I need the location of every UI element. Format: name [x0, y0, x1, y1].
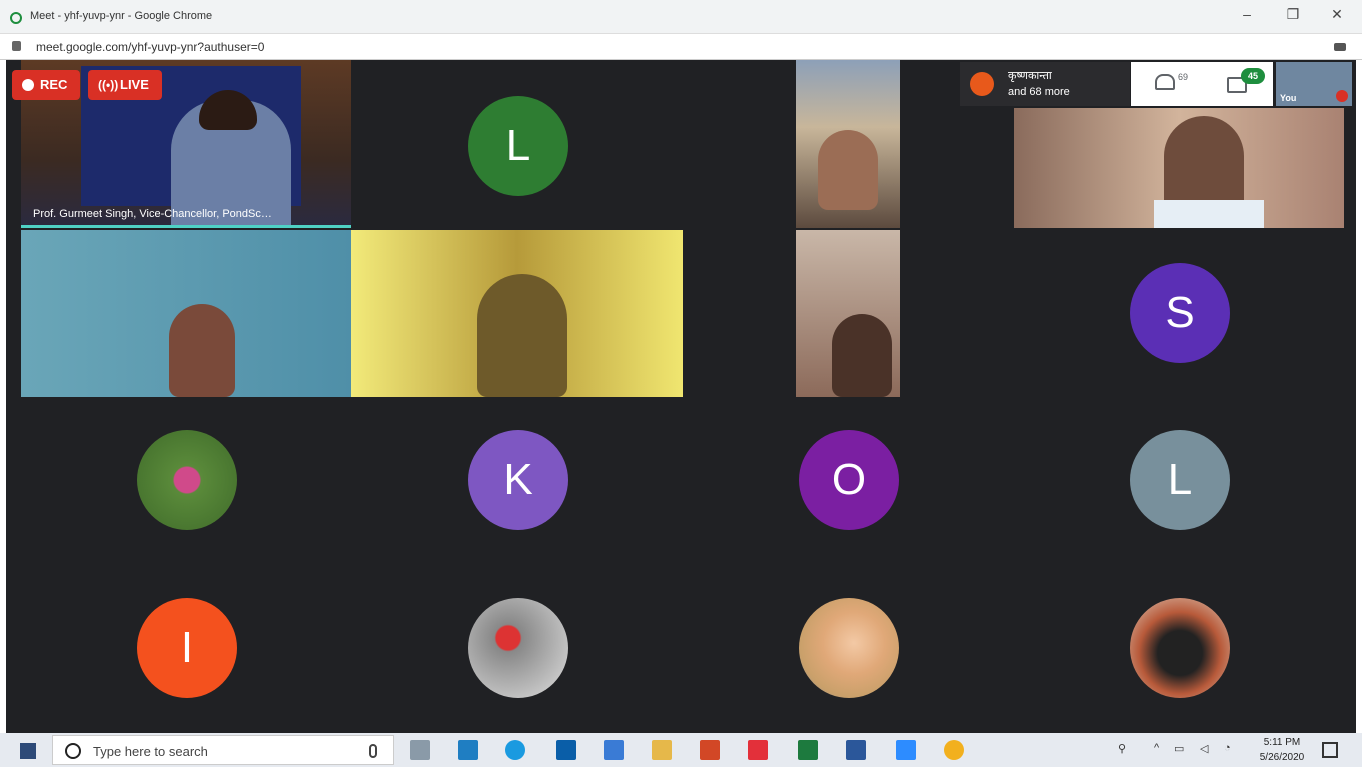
video-tile-participant-2[interactable] — [1014, 108, 1344, 228]
face-shape — [477, 274, 567, 397]
edge-icon[interactable] — [505, 740, 525, 760]
close-button[interactable]: ✕ — [1322, 6, 1352, 23]
powerpoint-icon[interactable] — [700, 740, 720, 760]
search-icon — [65, 743, 81, 759]
lock-icon — [12, 41, 21, 51]
participant-photo-avatar-4[interactable] — [1130, 598, 1230, 698]
participants-more: and 68 more — [1008, 86, 1070, 98]
face-shape — [832, 314, 892, 397]
microphone-icon[interactable] — [369, 744, 377, 758]
participant-avatar-k[interactable]: K — [468, 430, 568, 530]
participant-avatar-i[interactable]: I — [137, 598, 237, 698]
file-explorer-icon[interactable] — [652, 740, 672, 760]
address-bar[interactable]: meet.google.com/yhf-yuvp-ynr?authuser=0 — [0, 34, 1362, 60]
self-view-tile[interactable]: You — [1276, 62, 1352, 106]
browser-titlebar: Meet - yhf-yuvp-ynr - Google Chrome – ❐ … — [0, 0, 1362, 34]
shirt-shape — [1154, 200, 1264, 228]
active-speaker-indicator — [21, 225, 351, 228]
search-placeholder[interactable]: Type here to search — [93, 744, 208, 759]
participant-photo-avatar-3[interactable] — [799, 598, 899, 698]
rec-label: REC — [40, 77, 68, 92]
speaker-name-label: Prof. Gurmeet Singh, Vice-Chancellor, Po… — [33, 208, 272, 220]
record-dot-icon — [22, 79, 34, 91]
windows-start-icon[interactable] — [20, 743, 36, 759]
meet-grid: Prof. Gurmeet Singh, Vice-Chancellor, Po… — [6, 60, 1356, 733]
meet-logo-icon — [10, 12, 22, 24]
clock-date[interactable]: 5/26/2020 — [1252, 752, 1312, 763]
app-l-icon[interactable] — [458, 740, 478, 760]
participant-avatar-s[interactable]: S — [1130, 263, 1230, 363]
broadcast-icon: ((•)) — [98, 78, 119, 92]
video-tile-participant-4[interactable] — [351, 230, 683, 397]
participant-avatar-o[interactable]: O — [799, 430, 899, 530]
participant-photo-avatar-2[interactable] — [468, 598, 568, 698]
presenter-avatar — [970, 72, 994, 96]
camera-icon[interactable] — [1334, 43, 1346, 51]
windows-taskbar: Type here to search ⚲ ^ ▭ ◁ ◔ 5:11 PM 5/… — [0, 733, 1362, 767]
url-text[interactable]: meet.google.com/yhf-yuvp-ynr?authuser=0 — [36, 40, 264, 54]
show-hidden-icons-icon[interactable]: ^ — [1154, 742, 1159, 754]
self-label: You — [1280, 93, 1297, 103]
clock-time[interactable]: 5:11 PM — [1252, 737, 1312, 748]
chat-badge: 45 — [1241, 68, 1265, 84]
video-tile-participant-1[interactable] — [796, 60, 900, 228]
mic-off-icon — [1336, 90, 1348, 102]
face-shape — [818, 130, 878, 210]
restore-button[interactable]: ❐ — [1278, 6, 1308, 23]
presenter-pill[interactable]: कृष्णकान्ता and 68 more — [960, 62, 1130, 106]
zoom-icon[interactable] — [896, 740, 916, 760]
word-icon[interactable] — [846, 740, 866, 760]
taskbar-search-box[interactable]: Type here to search — [52, 735, 394, 765]
participant-photo-avatar-1[interactable] — [137, 430, 237, 530]
volume-icon[interactable]: ◁ — [1200, 742, 1208, 755]
mail-icon[interactable] — [556, 740, 576, 760]
store-icon[interactable] — [604, 740, 624, 760]
battery-icon[interactable]: ▭ — [1174, 742, 1184, 755]
wifi-icon[interactable]: ◔ — [1224, 742, 1231, 754]
presenter-name: कृष्णकान्ता — [1008, 70, 1052, 82]
window-title: Meet - yhf-yuvp-ynr - Google Chrome — [30, 10, 213, 22]
people-count: 69 — [1178, 72, 1189, 82]
app-red-icon[interactable] — [748, 740, 768, 760]
video-tile-participant-3[interactable] — [21, 230, 351, 397]
participant-avatar-l[interactable]: L — [468, 96, 568, 196]
minimize-button[interactable]: – — [1232, 6, 1262, 22]
excel-icon[interactable] — [798, 740, 818, 760]
meeting-header-controls: 69 45 — [1131, 62, 1273, 106]
video-tile-participant-5[interactable] — [796, 230, 900, 397]
network-icon[interactable]: ⚲ — [1118, 742, 1126, 755]
notification-icon[interactable] — [1322, 742, 1338, 758]
chrome-icon[interactable] — [944, 740, 964, 760]
rec-badge: REC — [12, 70, 80, 100]
face-shape — [169, 304, 235, 397]
task-view-icon[interactable] — [410, 740, 430, 760]
live-label: LIVE — [120, 77, 149, 92]
live-badge: ((•)) LIVE — [88, 70, 162, 100]
participant-avatar-l-2[interactable]: L — [1130, 430, 1230, 530]
people-icon[interactable] — [1155, 74, 1175, 90]
